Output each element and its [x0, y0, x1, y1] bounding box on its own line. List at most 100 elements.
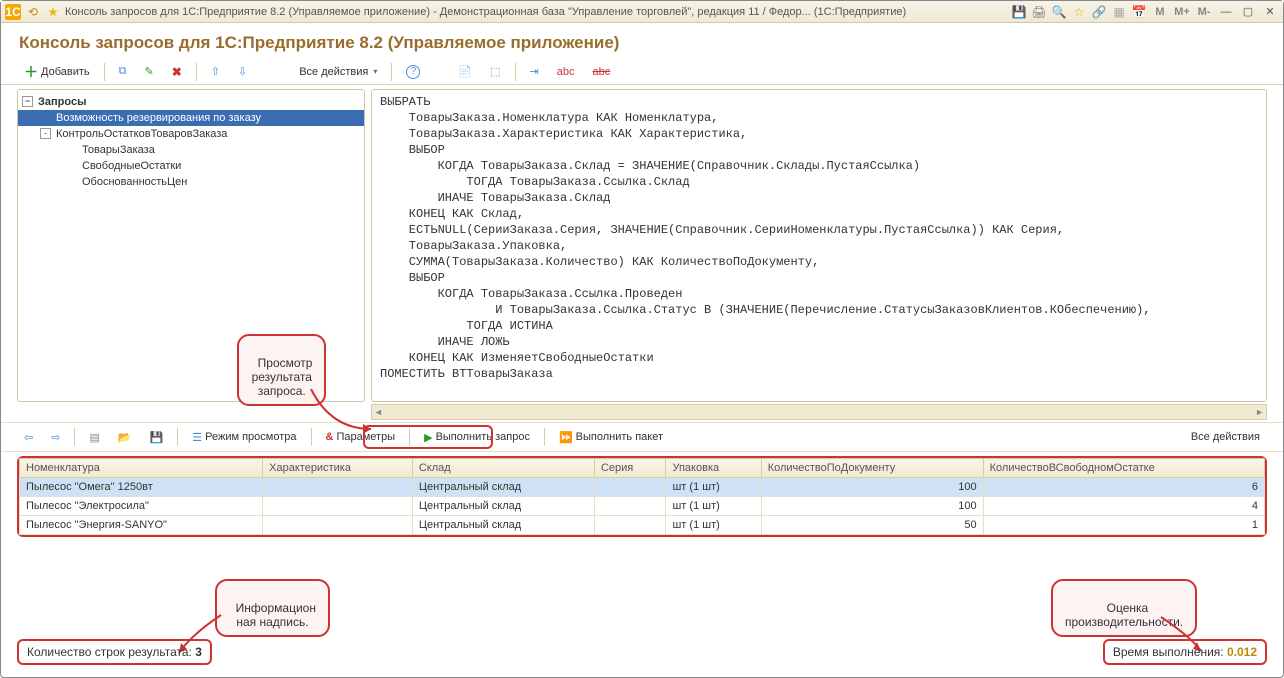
all-actions-menu[interactable]: Все действия: [292, 61, 384, 83]
status-time-value: 0.012: [1227, 645, 1257, 659]
callout-perf-text: Оценка производительности.: [1065, 601, 1183, 629]
close-btn[interactable]: ✕: [1261, 4, 1279, 20]
window-titlebar: 1C ⟲ ★ Консоль запросов для 1С:Предприят…: [1, 1, 1283, 23]
column-header[interactable]: КоличествоВСвободномОстатке: [983, 459, 1264, 478]
table-cell: [594, 497, 666, 516]
tree-item[interactable]: СвободныеОстатки: [18, 158, 364, 174]
tool-btn-5[interactable]: abc: [585, 61, 617, 83]
tree-item-label: КонтрольОстатковТоваровЗаказа: [56, 128, 227, 140]
all-actions-label: Все действия: [299, 66, 368, 78]
link-icon[interactable]: 🔗: [1091, 4, 1107, 20]
scroll-right-icon[interactable]: ►: [1255, 407, 1264, 417]
doc-button[interactable]: ▤: [82, 426, 106, 448]
table-cell: [594, 516, 666, 535]
separator: [515, 63, 516, 81]
tree-root-label: Запросы: [38, 96, 86, 108]
all-actions-result-menu[interactable]: Все действия: [1184, 426, 1267, 448]
callout-view-result: Просмотр результата запроса.: [237, 334, 326, 406]
refresh-icon[interactable]: ⟲: [25, 4, 41, 20]
callout-perf: Оценка производительности.: [1051, 579, 1197, 637]
save-icon[interactable]: 💾: [1011, 4, 1027, 20]
run-packet-button[interactable]: ⏩ Выполнить пакет: [552, 426, 670, 448]
run-packet-label: Выполнить пакет: [576, 431, 663, 443]
tree-item[interactable]: ОбоснованностьЦен: [18, 174, 364, 190]
m-btn[interactable]: M: [1151, 4, 1169, 20]
query-code-editor[interactable]: ВЫБРАТЬ ТоварыЗаказа.Номенклатура КАК Но…: [371, 89, 1267, 402]
list-icon: ☰: [192, 431, 202, 444]
delete-button[interactable]: ✖: [165, 61, 189, 83]
scroll-left-icon[interactable]: ◄: [374, 407, 383, 417]
preview-icon[interactable]: 🔍: [1051, 4, 1067, 20]
tree-root[interactable]: − Запросы: [18, 94, 364, 110]
params-button[interactable]: & Параметры: [319, 426, 403, 448]
status-rows-label: Количество строк результата:: [27, 645, 195, 659]
column-header[interactable]: Номенклатура: [20, 459, 263, 478]
table-row[interactable]: Пылесос "Омега" 1250втЦентральный складш…: [20, 478, 1265, 497]
view-mode-menu[interactable]: ☰ Режим просмотра: [185, 426, 303, 448]
window-title: Консоль запросов для 1С:Предприятие 8.2 …: [65, 6, 906, 18]
separator: [544, 428, 545, 446]
m-minus-btn[interactable]: M-: [1195, 4, 1213, 20]
edit-button[interactable]: ✎: [137, 61, 160, 83]
table-cell: 50: [761, 516, 983, 535]
table-cell: 100: [761, 497, 983, 516]
separator: [311, 428, 312, 446]
table-cell: 4: [983, 497, 1264, 516]
table-cell: Центральный склад: [412, 478, 594, 497]
app-icon: 1C: [5, 4, 21, 20]
expand-icon[interactable]: -: [40, 128, 51, 139]
open-button[interactable]: 📂: [111, 426, 139, 448]
tree-item[interactable]: Возможность резервирования по заказу: [18, 110, 364, 126]
move-down-button[interactable]: ⇩: [231, 61, 254, 83]
table-row[interactable]: Пылесос "Энергия-SANYO"Центральный склад…: [20, 516, 1265, 535]
calc-icon[interactable]: ▦: [1111, 4, 1127, 20]
play-all-icon: ⏩: [559, 431, 573, 444]
pencil-icon: ✎: [144, 65, 153, 78]
tool-btn-2[interactable]: ⬚: [483, 61, 507, 83]
prev-button[interactable]: ⇦: [17, 426, 40, 448]
main-split: − Запросы Возможность резервирования по …: [1, 85, 1283, 404]
tree-item-label: ТоварыЗаказа: [82, 144, 155, 156]
code-text: ВЫБРАТЬ ТоварыЗаказа.Номенклатура КАК Но…: [380, 95, 1151, 381]
separator: [177, 428, 178, 446]
plus-icon: ＋: [24, 62, 38, 82]
minimize-btn[interactable]: —: [1217, 4, 1235, 20]
copy-button[interactable]: ⧉: [112, 61, 134, 83]
next-button[interactable]: ⇨: [44, 426, 67, 448]
tree-item-label: СвободныеОстатки: [82, 160, 181, 172]
table-cell: 6: [983, 478, 1264, 497]
tree-item[interactable]: ТоварыЗаказа: [18, 142, 364, 158]
result-table[interactable]: НоменклатураХарактеристикаСкладСерияУпак…: [19, 458, 1265, 535]
star-icon[interactable]: ★: [45, 4, 61, 20]
column-header[interactable]: КоличествоПоДокументу: [761, 459, 983, 478]
fav-icon[interactable]: ☆: [1071, 4, 1087, 20]
run-query-button[interactable]: ▶ Выполнить запрос: [417, 426, 537, 448]
calendar-icon[interactable]: 📅: [1131, 4, 1147, 20]
column-header[interactable]: Упаковка: [666, 459, 761, 478]
tree-item-label: ОбоснованностьЦен: [82, 176, 187, 188]
add-button[interactable]: ＋ Добавить: [17, 61, 97, 83]
m-plus-btn[interactable]: M+: [1173, 4, 1191, 20]
view-mode-label: Режим просмотра: [205, 431, 296, 443]
column-header[interactable]: Характеристика: [263, 459, 413, 478]
tool-btn-4[interactable]: abc: [550, 61, 582, 83]
tool-btn-3[interactable]: ⇥: [523, 61, 546, 83]
status-rows-value: 3: [195, 645, 202, 659]
separator: [409, 428, 410, 446]
maximize-btn[interactable]: ▢: [1239, 4, 1257, 20]
help-button[interactable]: ?: [399, 61, 427, 83]
table-row[interactable]: Пылесос "Электросила"Центральный складшт…: [20, 497, 1265, 516]
tree-item[interactable]: -КонтрольОстатковТоваровЗаказа: [18, 126, 364, 142]
ampersand-icon: &: [326, 431, 334, 443]
column-header[interactable]: Склад: [412, 459, 594, 478]
play-icon: ▶: [424, 431, 432, 444]
table-cell: Пылесос "Энергия-SANYO": [20, 516, 263, 535]
tool-btn-1[interactable]: 📄: [451, 61, 479, 83]
move-up-button[interactable]: ⇧: [204, 61, 227, 83]
collapse-icon[interactable]: −: [22, 96, 33, 107]
column-header[interactable]: Серия: [594, 459, 666, 478]
print-icon[interactable]: 🖨: [1031, 4, 1047, 20]
table-cell: шт (1 шт): [666, 497, 761, 516]
save-button[interactable]: 💾: [143, 426, 171, 448]
code-scrollbar[interactable]: ◄ ►: [371, 404, 1267, 420]
